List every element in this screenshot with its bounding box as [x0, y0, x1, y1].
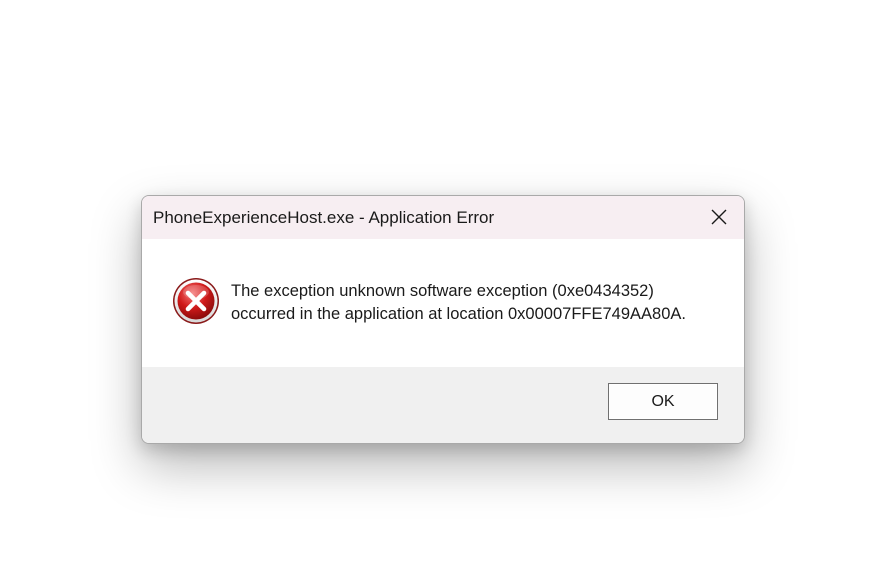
- close-button[interactable]: [702, 201, 736, 233]
- error-message: The exception unknown software exception…: [231, 280, 731, 326]
- close-icon: [711, 209, 727, 225]
- dialog-footer: OK: [142, 367, 744, 443]
- dialog-content: The exception unknown software exception…: [142, 239, 744, 367]
- error-x-icon: [173, 278, 219, 324]
- error-dialog: PhoneExperienceHost.exe - Application Er…: [141, 195, 745, 444]
- message-line-2: occurred in the application at location …: [231, 305, 686, 323]
- title-bar[interactable]: PhoneExperienceHost.exe - Application Er…: [142, 196, 744, 239]
- ok-button[interactable]: OK: [608, 383, 718, 420]
- message-line-1: The exception unknown software exception…: [231, 282, 654, 300]
- dialog-title: PhoneExperienceHost.exe - Application Er…: [153, 208, 495, 227]
